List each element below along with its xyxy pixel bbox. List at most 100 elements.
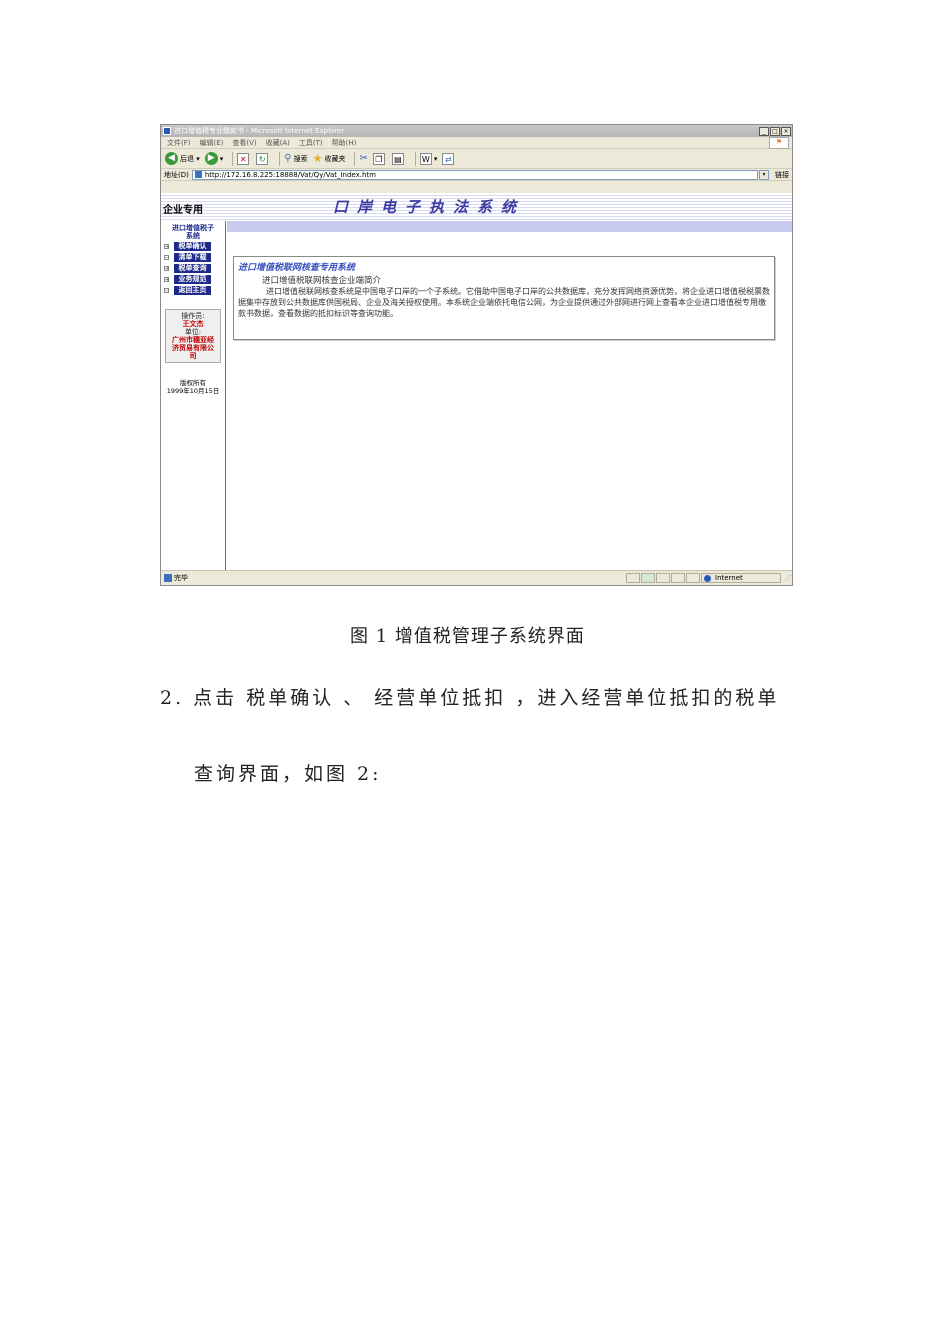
status-text: 完毕 [174,574,188,582]
expand-icon[interactable]: + [164,244,169,250]
unit-name: 广州市穗亚经 [172,336,214,344]
dropdown-arrow-icon: ▾ [194,154,200,163]
resize-grip-icon[interactable]: ⋰ [785,574,792,582]
ie-icon [163,127,171,135]
menu-bar: 文件(F) 编辑(E) 查看(V) 收藏(A) 工具(T) 帮助(H) ⚑ [161,136,792,149]
dropdown-arrow-icon: ▾ [219,154,224,163]
collapse-icon[interactable]: − [164,255,169,261]
page-done-icon [164,574,172,582]
toolbar-separator [279,151,281,166]
toolbar-separator [414,151,416,166]
forward-arrow-icon: ▶ [204,152,218,165]
discuss-icon: ⇄ [442,152,455,165]
collapse-icon[interactable]: − [164,288,169,294]
left-nav: 进口增值税子 系统 + 税单确认 − 清单下载 + 税单查询 + 业务规范 − … [161,221,226,570]
corp-label: 企业专用 [163,205,203,216]
operator-name: 王文杰 [182,320,204,328]
nav-item-label: 清单下载 [174,253,211,262]
paste-button[interactable]: ▤ [391,152,406,165]
unit-name: 济贸易有限公 [172,344,214,352]
address-bar: 地址(D) http://172.16.8.225:18888/Vat/Qy/V… [161,169,792,181]
toolbar-separator [232,151,234,166]
menu-file[interactable]: 文件(F) [167,138,191,148]
unit-label: 单位: [184,328,202,336]
stop-icon: ✕ [237,152,250,165]
links-button[interactable]: 链接 [775,170,789,180]
address-input[interactable]: http://172.16.8.225:18888/Vat/Qy/Vat_Ind… [191,169,758,180]
figure-caption: 图 1 增值税管理子系统界面 [350,626,585,647]
close-button[interactable]: × [781,126,791,136]
page-content: 企业专用 口岸电子执法系统 进口增值税子 系统 + 税单确认 − 清单下载 + … [161,193,792,570]
search-button[interactable]: ⚲ 搜索 [284,153,307,164]
back-arrow-icon: ◀ [165,152,178,165]
status-cell [671,573,685,583]
address-url: http://172.16.8.225:18888/Vat/Qy/Vat_Ind… [204,170,376,179]
panel-body: 进口增值税联网核查系统是中国电子口岸的一个子系统。它借助中国电子口岸的公共数据库… [238,287,770,318]
address-label: 地址(D) [164,170,189,179]
page-icon [194,171,202,178]
favorites-button[interactable]: ★ 收藏夹 [313,152,346,165]
site-header: 企业专用 口岸电子执法系统 [161,193,792,221]
stop-button[interactable]: ✕ [237,152,251,165]
nav-item-label: 业务规范 [174,275,211,284]
nav-item-label: 返回主页 [174,286,211,295]
header-divider-bar [227,221,792,232]
back-label: 后退 [180,154,194,163]
back-button[interactable]: ◀ 后退 ▾ [165,152,200,165]
minimize-button[interactable]: _ [759,126,769,136]
globe-icon [704,574,711,582]
menu-edit[interactable]: 编辑(E) [200,138,224,148]
discuss-button[interactable]: ⇄ [442,152,456,165]
nav-header: 进口增值税子 系统 [161,224,225,240]
step-instruction: 2. 点击 税单确认 、 经营单位抵扣 ，进入经营单位抵扣的税单 [160,687,780,709]
copy-button[interactable]: ❐ [372,152,387,165]
security-zone: Internet [701,573,781,583]
address-dropdown-button[interactable]: ▾ [759,169,769,180]
copyright: 版权所有 1999年10月15日 [161,379,225,395]
copy-icon: ❐ [372,152,385,165]
menu-tools[interactable]: 工具(T) [299,138,323,148]
refresh-button[interactable]: ↻ [256,152,270,165]
step-instruction-continued: 查询界面，如图 2: [194,763,382,785]
paste-icon: ▤ [391,152,404,165]
nav-header-line: 进口增值税子 [172,224,214,232]
status-cell [656,573,670,583]
menu-help[interactable]: 帮助(H) [332,138,357,148]
search-icon: ⚲ [284,153,292,164]
panel-subtitle: 进口增值税联网核查企业端简介 [262,276,382,286]
toolbar: ◀ 后退 ▾ ▶ ▾ ✕ ↻ ⚲ 搜索 ★ 收藏夹 ✂ ❐ ▤ W ▾ ⇄ [161,149,792,169]
site-title: 口岸电子执法系统 [333,198,526,216]
forward-button[interactable]: ▶ ▾ [204,152,224,165]
expand-icon[interactable]: + [164,277,169,283]
windows-logo-icon: ⚑ [769,136,789,149]
operator-label: 操作员: [181,312,205,320]
document-icon: W [419,152,432,165]
status-cell [641,573,655,583]
copyright-line: 版权所有 [180,379,206,387]
menu-view[interactable]: 查看(V) [232,138,256,148]
toolbar-separator [354,151,356,166]
expand-icon[interactable]: + [164,266,169,272]
operator-info: 操作员: 王文杰 单位: 广州市穗亚经 济贸易有限公 司 [165,309,221,363]
menu-favorites[interactable]: 收藏(A) [266,138,290,148]
nav-item-home[interactable]: − 返回主页 [161,286,225,295]
favorites-label: 收藏夹 [324,154,346,163]
star-icon: ★ [312,152,323,165]
panel-title: 进口增值税联网核查专用系统 [238,263,356,273]
intro-panel: 进口增值税联网核查专用系统 进口增值税联网核查企业端简介 进口增值税联网核查系统… [233,256,775,340]
nav-item-list-download[interactable]: − 清单下载 [161,253,225,262]
nav-item-tax-query[interactable]: + 税单查询 [161,264,225,273]
title-bar: 进口增值税专业缴款书 - Microsoft Internet Explorer… [161,125,792,137]
zone-label: Internet [715,574,743,582]
nav-item-label: 税单确认 [174,242,211,251]
nav-item-business-rules[interactable]: + 业务规范 [161,275,225,284]
browser-screenshot: 进口增值税专业缴款书 - Microsoft Internet Explorer… [160,124,793,586]
edit-button[interactable]: W ▾ [419,152,438,165]
nav-item-label: 税单查询 [174,264,211,273]
copyright-date: 1999年10月15日 [166,387,220,395]
nav-item-tax-confirm[interactable]: + 税单确认 [161,242,225,251]
scissors-icon: ✂ [359,153,368,164]
cut-button[interactable]: ✂ [359,153,367,164]
dropdown-arrow-icon: ▾ [433,154,438,163]
maximize-button[interactable]: □ [770,126,780,136]
